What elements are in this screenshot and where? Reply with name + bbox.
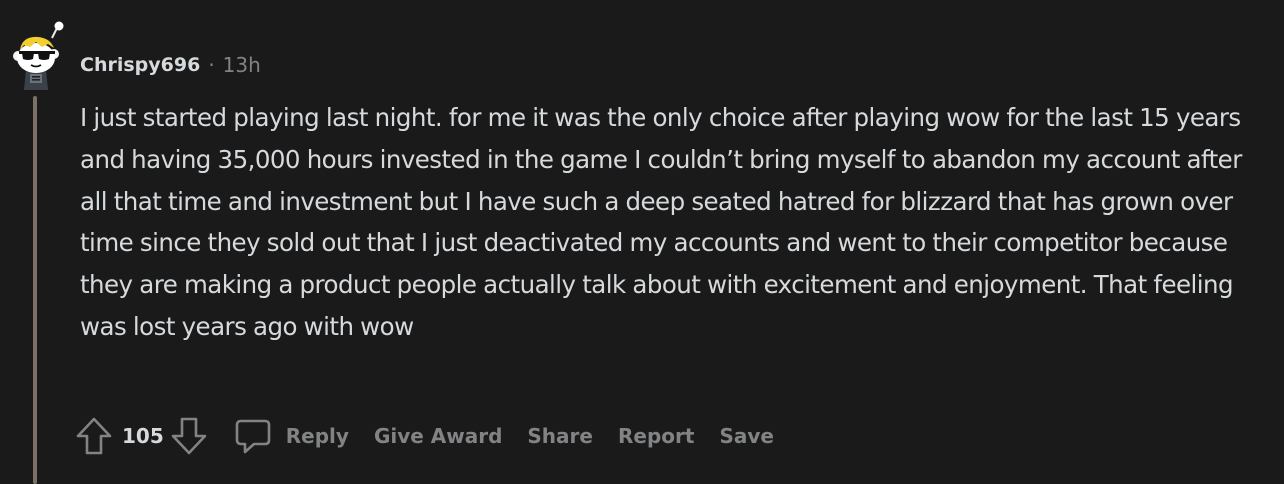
vote-count: 105 xyxy=(122,424,164,448)
comment-body: I just started playing last night. for m… xyxy=(80,103,1242,341)
report-button[interactable]: Report xyxy=(618,424,694,448)
user-avatar[interactable] xyxy=(8,20,64,92)
arrow-down-icon xyxy=(171,417,207,455)
share-label: Share xyxy=(527,424,593,448)
give-award-button[interactable]: Give Award xyxy=(374,424,502,448)
comment: Chrispy696 · 13h I just started playing … xyxy=(0,0,1284,484)
speech-bubble-icon xyxy=(235,419,271,454)
downvote-button[interactable] xyxy=(170,416,208,456)
thread-line[interactable] xyxy=(33,96,37,484)
author-username[interactable]: Chrispy696 xyxy=(80,50,200,80)
share-button[interactable]: Share xyxy=(527,424,593,448)
reply-button[interactable]: Reply xyxy=(234,417,349,455)
snoo-sunglasses-avatar-icon xyxy=(13,21,64,90)
comment-timestamp[interactable]: 13h xyxy=(223,50,261,80)
arrow-up-icon xyxy=(76,417,112,455)
save-button[interactable]: Save xyxy=(719,424,774,448)
meta-separator: · xyxy=(208,53,215,77)
comment-meta: Chrispy696 · 13h xyxy=(80,50,261,80)
comment-action-bar: 105 Reply Give Award Share Report Save xyxy=(75,411,799,461)
give-award-label: Give Award xyxy=(373,424,503,448)
upvote-button[interactable] xyxy=(75,416,113,456)
reply-label: Reply xyxy=(285,424,349,448)
save-label: Save xyxy=(719,424,774,448)
report-label: Report xyxy=(617,424,695,448)
